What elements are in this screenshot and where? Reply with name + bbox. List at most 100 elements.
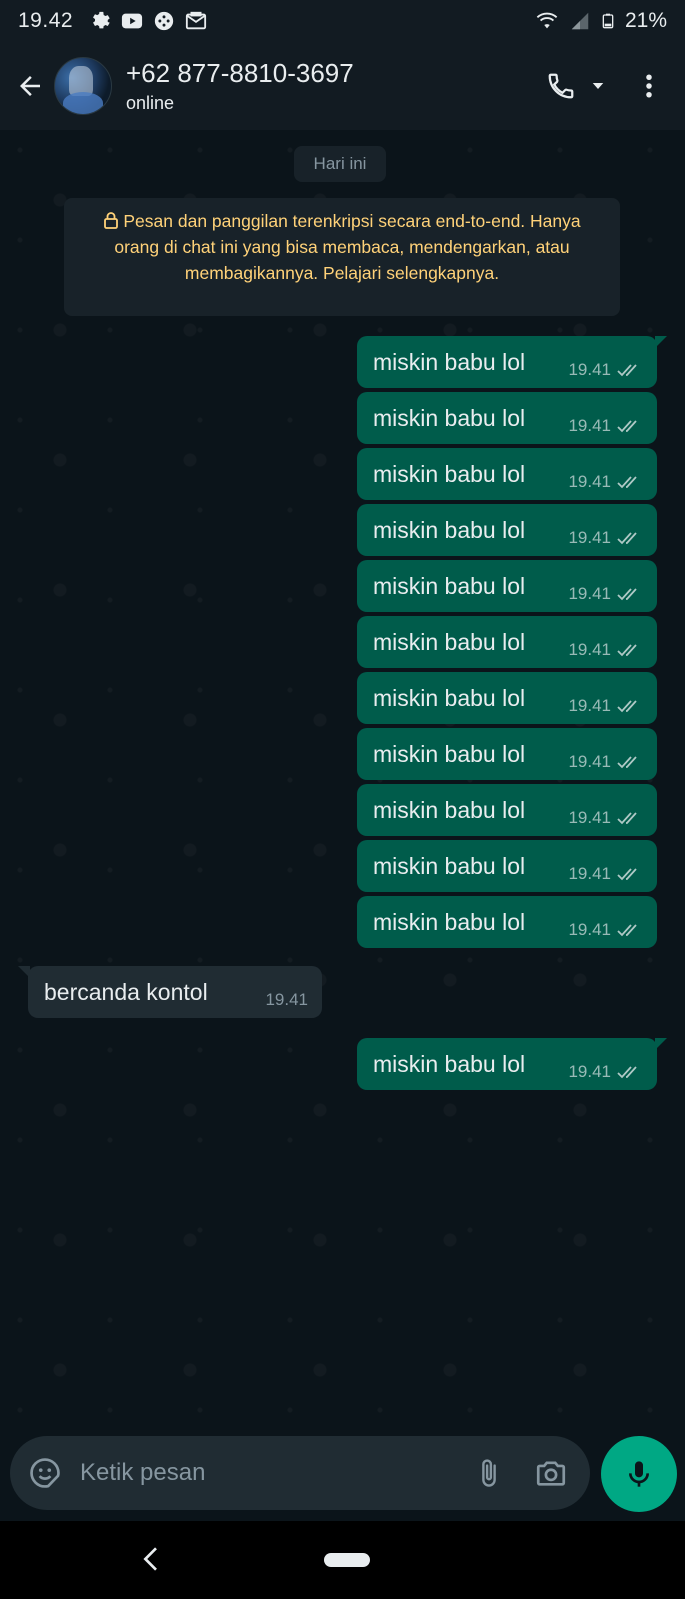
- camera-icon: [536, 1461, 566, 1486]
- outgoing-message[interactable]: miskin babu lol 19.41: [357, 504, 657, 556]
- back-arrow-icon: [20, 76, 40, 96]
- outgoing-message[interactable]: miskin babu lol 19.41: [357, 728, 657, 780]
- message-text: miskin babu lol: [373, 516, 526, 543]
- message-time: 19.41: [265, 990, 308, 1009]
- message-meta: 19.41: [568, 752, 643, 772]
- youtube-icon: [121, 13, 143, 29]
- message-input[interactable]: Ketik pesan: [80, 1459, 205, 1487]
- attach-icon: [482, 1459, 496, 1487]
- message-meta: 19.41: [265, 990, 308, 1010]
- chat-header: +62 877-8810-3697 online: [0, 42, 685, 130]
- whatsapp-chat-screen: 19.42 21% +62 877-8810-3697 online Hari …: [0, 0, 685, 1599]
- system-nav-bar: [0, 1521, 685, 1599]
- more-options-button[interactable]: [627, 64, 671, 108]
- chat-area[interactable]: Hari ini Pesan dan panggilan terenkripsi…: [0, 130, 685, 1430]
- read-ticks-icon: [617, 868, 637, 881]
- message-meta: 19.41: [568, 696, 643, 716]
- mail-icon: [185, 11, 207, 30]
- bubble-tail: [655, 336, 667, 348]
- message-text: miskin babu lol: [373, 572, 526, 599]
- contact-name: +62 877-8810-3697: [126, 58, 354, 88]
- message-meta: 19.41: [568, 808, 643, 828]
- message-text: miskin babu lol: [373, 460, 526, 487]
- message-meta: 19.41: [568, 864, 643, 884]
- message-text: miskin babu lol: [373, 684, 526, 711]
- game-controller-icon: [154, 11, 174, 31]
- read-ticks-icon: [617, 812, 637, 825]
- outgoing-message[interactable]: miskin babu lol 19.41: [357, 448, 657, 500]
- message-time: 19.41: [568, 584, 611, 603]
- message-meta: 19.41: [568, 640, 643, 660]
- message-composer: Ketik pesan: [10, 1436, 590, 1510]
- message-time: 19.41: [568, 640, 611, 659]
- read-ticks-icon: [617, 476, 637, 489]
- nav-back-icon[interactable]: [136, 1543, 168, 1575]
- back-button[interactable]: [8, 64, 52, 108]
- message-time: 19.41: [568, 528, 611, 547]
- message-time: 19.41: [568, 1062, 611, 1081]
- read-ticks-icon: [617, 1066, 637, 1079]
- read-ticks-icon: [617, 532, 637, 545]
- message-time: 19.41: [568, 864, 611, 883]
- encryption-notice-text: Pesan dan panggilan terenkripsi secara e…: [114, 211, 581, 283]
- message-time: 19.41: [568, 808, 611, 827]
- read-ticks-icon: [617, 756, 637, 769]
- read-ticks-icon: [617, 364, 637, 377]
- sticker-icon: [30, 1458, 60, 1488]
- message-time: 19.41: [568, 752, 611, 771]
- outgoing-message[interactable]: miskin babu lol 19.41: [357, 336, 667, 388]
- message-time: 19.41: [568, 360, 611, 379]
- outgoing-message[interactable]: miskin babu lol 19.41: [357, 392, 657, 444]
- sticker-button[interactable]: [28, 1456, 62, 1490]
- status-bar: 19.42 21%: [0, 0, 685, 42]
- battery-percent: 21%: [624, 9, 667, 32]
- outgoing-message[interactable]: miskin babu lol 19.41: [357, 896, 657, 948]
- message-meta: 19.41: [568, 920, 643, 940]
- outgoing-message[interactable]: miskin babu lol 19.41: [357, 1038, 667, 1090]
- read-ticks-icon: [617, 924, 637, 937]
- mic-icon: [629, 1461, 649, 1487]
- message-time: 19.41: [568, 472, 611, 491]
- encryption-notice[interactable]: Pesan dan panggilan terenkripsi secara e…: [64, 198, 620, 316]
- signal-icon: [571, 12, 589, 30]
- message-text: miskin babu lol: [373, 908, 526, 935]
- call-button[interactable]: [539, 64, 583, 108]
- message-text: miskin babu lol: [373, 852, 526, 879]
- status-time: 19.42: [18, 9, 74, 32]
- message-text: miskin babu lol: [373, 348, 526, 375]
- message-time: 19.41: [568, 696, 611, 715]
- call-menu-button[interactable]: [583, 64, 613, 108]
- outgoing-message[interactable]: miskin babu lol 19.41: [357, 560, 657, 612]
- message-meta: 19.41: [568, 528, 643, 548]
- bubble-tail: [655, 1038, 667, 1050]
- camera-button[interactable]: [534, 1456, 568, 1490]
- message-meta: 19.41: [568, 472, 643, 492]
- outgoing-message[interactable]: miskin babu lol 19.41: [357, 616, 657, 668]
- mic-button[interactable]: [601, 1436, 677, 1512]
- message-text: miskin babu lol: [373, 1050, 526, 1077]
- call-icon: [548, 73, 574, 99]
- dropdown-arrow-icon: [592, 83, 604, 89]
- read-ticks-icon: [617, 588, 637, 601]
- read-ticks-icon: [617, 420, 637, 433]
- incoming-message[interactable]: bercanda kontol 19.41: [18, 966, 322, 1018]
- settings-icon: [93, 11, 110, 29]
- message-meta: 19.41: [568, 584, 643, 604]
- read-ticks-icon: [617, 700, 637, 713]
- lock-icon: [104, 212, 119, 229]
- message-text: miskin babu lol: [373, 740, 526, 767]
- more-vert-icon: [646, 74, 652, 98]
- avatar[interactable]: [54, 57, 112, 115]
- outgoing-message[interactable]: miskin babu lol 19.41: [357, 672, 657, 724]
- contact-info[interactable]: +62 877-8810-3697 online: [126, 58, 354, 114]
- outgoing-message[interactable]: miskin babu lol 19.41: [357, 840, 657, 892]
- nav-home-button[interactable]: [324, 1553, 370, 1567]
- message-text: miskin babu lol: [373, 404, 526, 431]
- contact-status: online: [126, 93, 175, 113]
- wifi-icon: [536, 12, 558, 29]
- attach-button[interactable]: [474, 1456, 504, 1490]
- message-time: 19.41: [568, 920, 611, 939]
- outgoing-message[interactable]: miskin babu lol 19.41: [357, 784, 657, 836]
- message-text: bercanda kontol: [44, 978, 208, 1005]
- message-text: miskin babu lol: [373, 628, 526, 655]
